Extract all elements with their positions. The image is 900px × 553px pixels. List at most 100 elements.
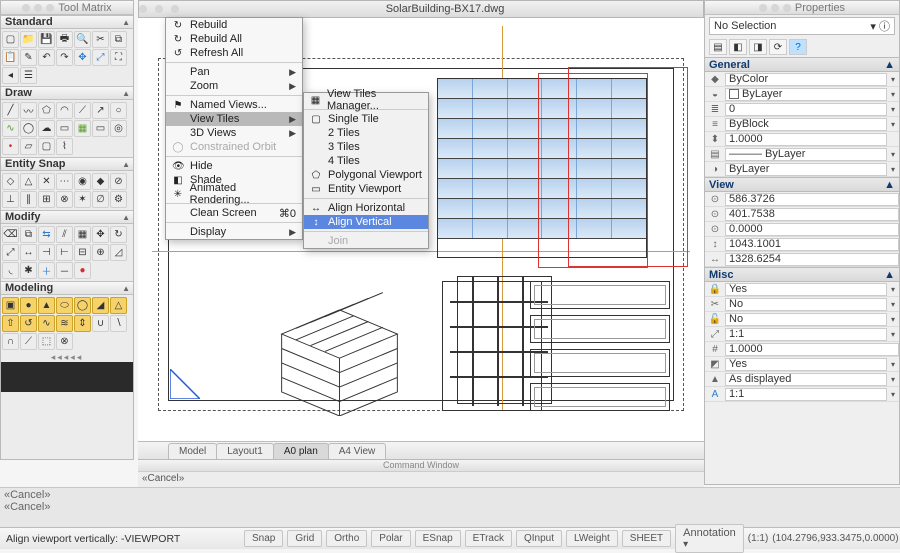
sheet-tab-a4view[interactable]: A4 View [328,443,387,459]
snap-par[interactable]: ∥ [20,191,37,208]
tool-spline[interactable]: ∿ [2,120,19,137]
submenu-polygonal-viewport[interactable]: ⬠Polygonal Viewport [304,168,428,182]
section-standard[interactable]: Standard▲ [1,15,133,29]
tool-print[interactable]: 🖶 [56,31,73,48]
submenu-align-horizontal[interactable]: ↔Align Horizontal [304,201,428,215]
tool-extrude[interactable]: ⇧ [2,315,19,332]
traffic-zoom[interactable] [171,5,179,13]
status-polar[interactable]: Polar [371,530,410,547]
menu-zoom[interactable]: Zoom▶ [166,79,302,93]
tool-undo[interactable]: ↶ [38,49,55,66]
menu-clean-screen[interactable]: Clean Screen⌘0 [166,206,302,220]
tool-zoom-win[interactable]: ⛶ [110,49,127,66]
submenu-tiles-manager[interactable]: ▦View Tiles Manager... [304,93,428,107]
section-esnap[interactable]: Entity Snap▲ [1,157,133,171]
traffic-close[interactable] [139,5,147,13]
tool-zoom-prev[interactable]: ◂ [2,67,19,84]
snap-settings[interactable]: ⚙ [110,191,127,208]
section-modify[interactable]: Modify▲ [1,210,133,224]
tool-pyramid[interactable]: △ [110,297,127,314]
tool-cyl[interactable]: ⬭ [56,297,73,314]
status-etrack[interactable]: ETrack [465,530,512,547]
tool-pan[interactable]: ✥ [74,49,91,66]
menu-display[interactable]: Display▶ [166,225,302,239]
section-modeling[interactable]: Modeling▲ [1,281,133,295]
tool-mirror[interactable]: ⇆ [38,226,55,243]
tool-join[interactable]: ⊕ [92,244,109,261]
tool-rect[interactable]: ▭ [92,120,109,137]
prop-center-x[interactable]: 586.3726 [725,193,899,206]
menu-rebuild-all[interactable]: ↻Rebuild All [166,32,302,46]
tool-open[interactable]: 📁 [20,31,37,48]
prop-tb-4[interactable]: ⟳ [769,39,787,55]
prop-width[interactable]: 1328.6254 [725,253,899,266]
tool-extend[interactable]: ⊢ [56,244,73,261]
menu-3d-views[interactable]: 3D Views▶ [166,126,302,140]
status-qinput[interactable]: QInput [516,530,562,547]
tool-polygon[interactable]: ⬠ [38,102,55,119]
tool-cloud[interactable]: ☁ [38,120,55,137]
snap-end[interactable]: ◇ [2,173,19,190]
tool-xline[interactable]: ⟋ [74,102,91,119]
tool-boundary[interactable]: ▢ [38,138,55,155]
status-grid[interactable]: Grid [287,530,322,547]
status-esnap[interactable]: ESnap [415,530,461,547]
tool-preview[interactable]: 🔍 [74,31,91,48]
status-sheet[interactable]: SHEET [622,530,671,547]
prop-locked[interactable]: Yes [725,283,887,296]
tool-plus[interactable]: ＋ [38,262,55,279]
status-snap[interactable]: Snap [244,530,283,547]
prop-shade-plot[interactable]: As displayed [725,373,887,386]
tool-paste[interactable]: 📋 [2,49,19,66]
tool-intersect[interactable]: ∩ [2,333,19,350]
prop-tb-3[interactable]: ◨ [749,39,767,55]
tool-save[interactable]: 💾 [38,31,55,48]
submenu-align-vertical[interactable]: ↕Align Vertical [304,215,428,229]
tool-array[interactable]: ▦ [74,226,91,243]
snap-ins[interactable]: ⊞ [38,191,55,208]
tool-thicken[interactable]: ⬚ [38,333,55,350]
tool-hatch[interactable]: ▦ [74,120,91,137]
palette-grip[interactable]: ◂◂◂◂◂ [1,352,133,362]
tool-polyline[interactable]: 〰 [20,102,37,119]
prop-clipped[interactable]: No [725,298,887,311]
prop-lineweight[interactable]: ByBlock [725,118,887,131]
tool-copy2[interactable]: ⧉ [20,226,37,243]
prop-anno-scale[interactable]: 1:1 [725,388,887,401]
tool-union[interactable]: ∪ [92,315,109,332]
prop-center-z[interactable]: 0.0000 [725,223,899,236]
tool-match[interactable]: ✎ [20,49,37,66]
tool-chamfer[interactable]: ◿ [110,244,127,261]
view-menu[interactable]: ↻Rebuild ↻Rebuild All ↺Refresh All Pan▶ … [165,17,303,240]
tool-trim[interactable]: ⊣ [38,244,55,261]
prop-ucsper[interactable]: Yes [725,358,887,371]
tool-sub[interactable]: ∖ [110,315,127,332]
prop-color[interactable]: ByColor [725,73,887,86]
menu-rebuild[interactable]: ↻Rebuild [166,18,302,32]
prop-plotstyle[interactable]: ——— ByLayer [725,148,887,161]
prop-material[interactable]: ByLayer [725,163,887,176]
tool-break[interactable]: ⊟ [74,244,91,261]
prop-linetype[interactable]: 0 [725,103,887,116]
prop-section-view[interactable]: View▲ [705,177,899,192]
prop-display-locked[interactable]: No [725,313,887,326]
tool-copy[interactable]: ⧉ [110,31,127,48]
menu-refresh-all[interactable]: ↺Refresh All [166,46,302,60]
menu-view-tiles[interactable]: View Tiles▶ [166,112,302,126]
tool-region[interactable]: ▱ [20,138,37,155]
prop-custom-scale[interactable]: 1.0000 [725,343,899,356]
tool-rotate[interactable]: ↻ [110,226,127,243]
status-ortho[interactable]: Ortho [326,530,367,547]
snap-near[interactable]: ✶ [74,191,91,208]
prop-tb-1[interactable]: ▤ [709,39,727,55]
snap-int[interactable]: ✕ [38,173,55,190]
prop-scale1[interactable]: 1:1 [725,328,887,341]
prop-section-misc[interactable]: Misc▲ [705,267,899,282]
snap-quad[interactable]: ◆ [92,173,109,190]
tool-explode[interactable]: ✱ [20,262,37,279]
prop-thickness[interactable]: 1.0000 [725,133,887,146]
tool-new[interactable]: ▢ [2,31,19,48]
tool-erase[interactable]: ⌫ [2,226,19,243]
tool-sweep[interactable]: ∿ [38,315,55,332]
tool-pull[interactable]: ⇕ [74,315,91,332]
